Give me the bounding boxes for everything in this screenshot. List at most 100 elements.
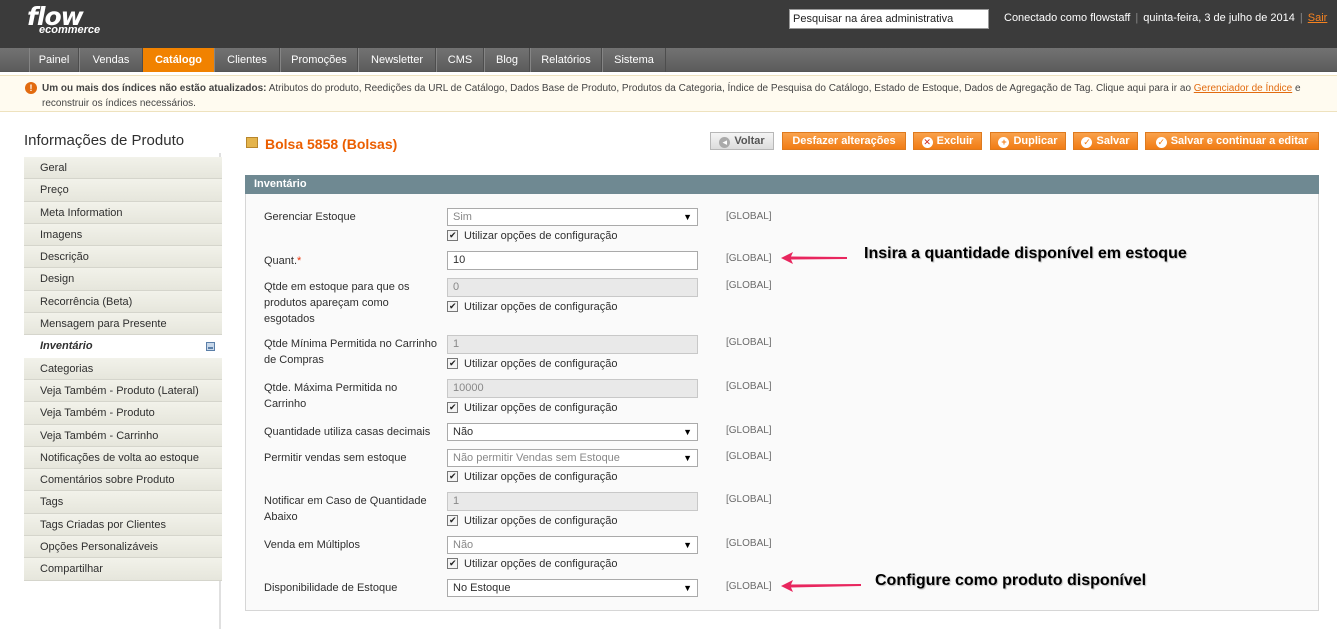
- use-config-label: Utilizar opções de configuração: [464, 230, 618, 242]
- use-config-label: Utilizar opções de configuração: [464, 558, 618, 570]
- status-annotation: Configure como produto disponível: [875, 572, 1147, 589]
- tab-geral[interactable]: Geral: [24, 157, 222, 180]
- scope-label: [GLOBAL]: [726, 451, 772, 462]
- duplicate-button[interactable]: + Duplicar: [990, 132, 1066, 150]
- main-nav: Painel Vendas Catálogo Clientes Promoçõe…: [0, 48, 1337, 72]
- tab-inventario-label: Inventário: [40, 340, 93, 353]
- checkbox-icon: [447, 556, 458, 570]
- save-button[interactable]: ✓ Salvar: [1073, 132, 1138, 150]
- logout-link[interactable]: Sair: [1308, 12, 1328, 24]
- qty-input[interactable]: 10: [447, 251, 698, 270]
- check-icon: ✓: [1155, 137, 1167, 148]
- tab-recorrencia[interactable]: Recorrência (Beta): [24, 290, 222, 314]
- tab-notificacoes-estoque[interactable]: Notificações de volta ao estoque: [24, 446, 222, 470]
- backorders-value: Não permitir Vendas sem Estoque: [453, 452, 620, 464]
- index-manager-link[interactable]: Gerenciador de Índice: [1194, 83, 1292, 94]
- use-config-label: Utilizar opções de configuração: [464, 358, 618, 370]
- tab-opcoes-personalizaveis[interactable]: Opções Personalizáveis: [24, 536, 222, 559]
- qty-annotation: Insira a quantidade disponível em estoqu…: [864, 245, 1187, 262]
- checkbox-icon: [447, 400, 458, 414]
- logo-bottom: ecommerce: [39, 24, 101, 36]
- tab-veja-tambem-carrinho[interactable]: Veja Também - Carrinho: [24, 424, 222, 447]
- checkbox-icon: [447, 513, 458, 527]
- manage-stock-select[interactable]: Sim ▼: [447, 208, 698, 226]
- tab-categorias[interactable]: Categorias: [24, 357, 222, 380]
- checkbox-icon: [447, 228, 458, 242]
- qty-label: Quant.*: [264, 253, 301, 269]
- min-qty-input[interactable]: 0: [447, 278, 698, 297]
- backorders-label: Permitir vendas sem estoque: [264, 452, 407, 464]
- decimals-value: Não: [453, 426, 474, 438]
- tab-mensagem-presente[interactable]: Mensagem para Presente: [24, 313, 222, 336]
- global-search-input[interactable]: Pesquisar na área administrativa: [789, 9, 989, 29]
- notify-qty-use-config[interactable]: Utilizar opções de configuração: [447, 513, 617, 528]
- nav-item-promocoes[interactable]: Promoções: [280, 48, 358, 72]
- checkbox-icon: [447, 469, 458, 483]
- notify-qty-input[interactable]: 1: [447, 492, 698, 511]
- manage-stock-use-config[interactable]: Utilizar opções de configuração: [447, 228, 618, 243]
- logo[interactable]: flow ecommerce: [27, 4, 101, 37]
- tab-design[interactable]: Design: [24, 268, 222, 291]
- dropdown-arrow-icon: ▼: [683, 453, 692, 463]
- delete-button[interactable]: ✕ Excluir: [913, 132, 982, 150]
- min-qty-use-config[interactable]: Utilizar opções de configuração: [447, 299, 617, 314]
- notice-text: Atributos do produto, Reedições da URL d…: [266, 83, 1194, 94]
- tab-preco[interactable]: Preço: [24, 179, 222, 202]
- nav-item-clientes[interactable]: Clientes: [214, 48, 280, 72]
- tab-descricao[interactable]: Descrição: [24, 246, 222, 269]
- tab-veja-tambem-produto[interactable]: Veja Também - Produto: [24, 402, 222, 425]
- scope-label: [GLOBAL]: [726, 253, 772, 264]
- annotation-arrow-icon: [781, 252, 847, 264]
- max-sale-qty-input[interactable]: 10000: [447, 379, 698, 398]
- tab-inventario[interactable]: Inventário: [24, 335, 222, 358]
- section-header: Inventário: [245, 175, 1319, 194]
- tab-tags-clientes[interactable]: Tags Criadas por Clientes: [24, 513, 222, 537]
- qty-increments-use-config[interactable]: Utilizar opções de configuração: [447, 556, 618, 571]
- stock-status-select[interactable]: No Estoque ▼: [447, 579, 698, 597]
- delete-icon: ✕: [921, 137, 933, 148]
- required-marker: *: [297, 255, 302, 267]
- separator: |: [1135, 12, 1139, 24]
- annotation-arrow-icon: [781, 580, 861, 592]
- checkbox-icon: [447, 356, 458, 370]
- backorders-select[interactable]: Não permitir Vendas sem Estoque ▼: [447, 449, 698, 467]
- nav-item-blog[interactable]: Blog: [484, 48, 530, 72]
- tab-imagens[interactable]: Imagens: [24, 223, 222, 247]
- nav-item-cms[interactable]: CMS: [436, 48, 484, 72]
- reset-button[interactable]: Desfazer alterações: [782, 132, 906, 150]
- nav-item-vendas[interactable]: Vendas: [79, 48, 143, 72]
- tab-veja-tambem-lateral[interactable]: Veja Também - Produto (Lateral): [24, 379, 222, 403]
- qty-increments-select[interactable]: Não ▼: [447, 536, 698, 554]
- nav-item-newsletter[interactable]: Newsletter: [358, 48, 436, 72]
- tab-meta-information[interactable]: Meta Information: [24, 201, 222, 224]
- tab-tags[interactable]: Tags: [24, 491, 222, 514]
- save-continue-button[interactable]: ✓ Salvar e continuar a editar: [1145, 132, 1319, 150]
- product-tabs: Geral Preço Meta Information Imagens Des…: [24, 157, 222, 581]
- duplicate-label: Duplicar: [1013, 135, 1058, 147]
- manage-stock-label: Gerenciar Estoque: [264, 211, 356, 223]
- notice-bold: Um ou mais dos índices não estão atualiz…: [42, 83, 267, 94]
- max-sale-qty-use-config[interactable]: Utilizar opções de configuração: [447, 400, 617, 415]
- decimals-select[interactable]: Não ▼: [447, 423, 698, 441]
- notify-qty-label: Notificar em Caso de Quantidade Abaixo: [264, 495, 427, 523]
- scope-label: [GLOBAL]: [726, 425, 772, 436]
- nav-item-catalogo[interactable]: Catálogo: [143, 48, 214, 72]
- min-sale-qty-input[interactable]: 1: [447, 335, 698, 354]
- tab-compartilhar[interactable]: Compartilhar: [24, 558, 222, 581]
- decimals-label: Quantidade utiliza casas decimais: [264, 426, 431, 438]
- nav-item-relatorios[interactable]: Relatórios: [530, 48, 602, 72]
- tab-comentarios[interactable]: Comentários sobre Produto: [24, 469, 222, 492]
- scope-label: [GLOBAL]: [726, 581, 772, 592]
- use-config-label: Utilizar opções de configuração: [464, 471, 618, 483]
- nav-item-painel[interactable]: Painel: [29, 48, 79, 72]
- notice-message: Um ou mais dos índices não estão atualiz…: [42, 81, 1327, 111]
- dropdown-arrow-icon: ▼: [683, 540, 692, 550]
- connected-user: Conectado como flowstaff: [1004, 12, 1131, 24]
- back-button[interactable]: ◂ Voltar: [710, 132, 774, 150]
- dropdown-arrow-icon: ▼: [683, 583, 692, 593]
- nav-item-sistema[interactable]: Sistema: [602, 48, 666, 72]
- backorders-use-config[interactable]: Utilizar opções de configuração: [447, 469, 618, 484]
- stock-status-label: Disponibilidade de Estoque: [264, 582, 398, 594]
- min-sale-qty-use-config[interactable]: Utilizar opções de configuração: [447, 356, 618, 371]
- scope-label: [GLOBAL]: [726, 494, 772, 505]
